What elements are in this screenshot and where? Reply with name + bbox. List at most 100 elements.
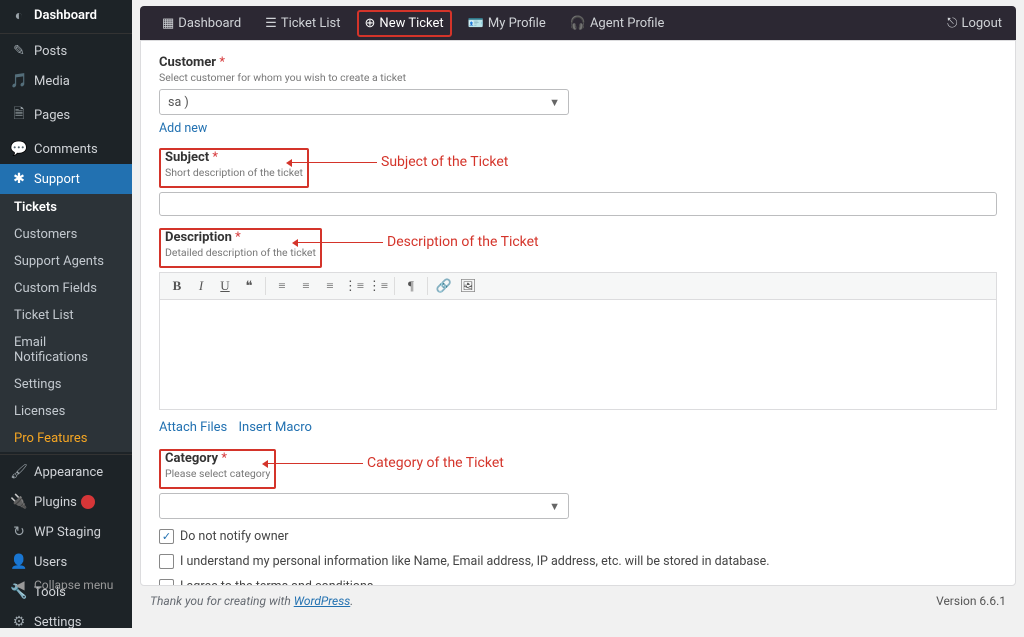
annotation-arrow xyxy=(267,463,363,464)
sidebar-subitem-custom-fields[interactable]: Custom Fields xyxy=(0,275,132,302)
bold-button[interactable]: B xyxy=(166,275,188,297)
checkbox-label: Do not notify owner xyxy=(180,529,288,544)
list-icon: ☰ xyxy=(265,16,277,31)
description-help: Detailed description of the ticket xyxy=(165,246,316,259)
sidebar-item-wpstaging[interactable]: ↻ WP Staging xyxy=(0,517,132,547)
underline-button[interactable]: U xyxy=(214,275,236,297)
tab-ticket-list[interactable]: ☰ Ticket List xyxy=(257,10,348,37)
required-mark: * xyxy=(221,451,227,466)
blockquote-button[interactable]: ❝ xyxy=(238,275,260,297)
customer-value: sa ) xyxy=(168,95,189,110)
wordpress-link[interactable]: WordPress xyxy=(294,594,351,608)
ordered-list-button[interactable]: ⋮≡ xyxy=(343,275,365,297)
admin-footer: Thank you for creating with WordPress. V… xyxy=(150,594,1006,608)
logout-icon: ⎋ xyxy=(947,16,957,31)
tab-new-ticket[interactable]: ⊕ New Ticket xyxy=(357,10,452,37)
description-editor[interactable] xyxy=(159,300,997,410)
unordered-list-button[interactable]: ⋮≡ xyxy=(367,275,389,297)
attach-files-link[interactable]: Attach Files xyxy=(159,420,227,435)
field-customer: Customer * Select customer for whom you … xyxy=(159,55,997,136)
tab-dashboard[interactable]: ▦ Dashboard xyxy=(154,10,249,37)
tab-agent-profile[interactable]: 🎧 Agent Profile xyxy=(562,10,673,37)
category-label: Category xyxy=(165,451,218,466)
sidebar-label: Plugins xyxy=(34,495,77,510)
sidebar-item-pages[interactable]: 🗎 Pages xyxy=(0,96,132,134)
profile-icon: 🪪 xyxy=(468,16,484,31)
align-right-button[interactable]: ≡ xyxy=(319,275,341,297)
sidebar-item-comments[interactable]: 💬 Comments xyxy=(0,134,132,164)
tab-label: New Ticket xyxy=(379,16,443,31)
chevron-down-icon: ▼ xyxy=(549,500,560,513)
customer-label: Customer xyxy=(159,55,216,70)
sidebar-item-dashboard[interactable]: ◐ Dashboard xyxy=(0,0,132,31)
logout-button[interactable]: ⎋ Logout xyxy=(947,16,1002,31)
field-category: Category * Please select category Catego… xyxy=(159,449,997,519)
footer-thanks: Thank you for creating with WordPress. xyxy=(150,594,353,608)
tab-label: Ticket List xyxy=(281,16,341,31)
editor-toolbar: B I U ❝ ≡ ≡ ≡ ⋮≡ ⋮≡ ¶ 🔗 🖼 xyxy=(159,272,997,300)
sidebar-label: Support xyxy=(34,172,80,187)
pages-icon: 🗎 xyxy=(10,103,28,127)
footer-prefix: Thank you for creating with xyxy=(150,594,294,608)
insert-macro-link[interactable]: Insert Macro xyxy=(238,420,311,435)
sidebar-subitem-pro-features[interactable]: Pro Features xyxy=(0,425,132,452)
toolbar-separator xyxy=(265,277,266,295)
chevron-down-icon: ▼ xyxy=(549,96,560,109)
sidebar-item-appearance[interactable]: 🖌 Appearance xyxy=(0,457,132,487)
sidebar-label: Posts xyxy=(34,44,67,59)
admin-sidebar: ◐ Dashboard ✎ Posts 🎵 Media 🗎 Pages 💬 Co… xyxy=(0,0,132,628)
sidebar-submenu-support: Tickets Customers Support Agents Custom … xyxy=(0,194,132,452)
tab-label: Agent Profile xyxy=(590,16,664,31)
sidebar-item-posts[interactable]: ✎ Posts xyxy=(0,36,132,66)
sidebar-subitem-tickets[interactable]: Tickets xyxy=(0,194,132,221)
sidebar-subitem-support-agents[interactable]: Support Agents xyxy=(0,248,132,275)
plugins-icon: 🔌 xyxy=(10,494,28,510)
sidebar-subitem-settings[interactable]: Settings xyxy=(0,371,132,398)
sidebar-item-settings[interactable]: ⚙ Settings xyxy=(0,607,132,637)
sidebar-item-plugins[interactable]: 🔌 Plugins xyxy=(0,487,132,517)
wpstaging-icon: ↻ xyxy=(10,524,28,540)
annotation-description-text: Description of the Ticket xyxy=(387,234,539,250)
add-new-link[interactable]: Add new xyxy=(159,121,207,136)
sidebar-label: Users xyxy=(34,555,67,570)
checkbox-do-not-notify[interactable]: ✓ Do not notify owner xyxy=(159,529,997,544)
link-button[interactable]: 🔗 xyxy=(433,275,455,297)
sidebar-separator xyxy=(0,454,132,455)
required-mark: * xyxy=(212,150,218,165)
sidebar-label: Appearance xyxy=(34,465,103,480)
subject-input[interactable] xyxy=(159,192,997,216)
checkbox-consent-terms[interactable]: I agree to the terms and conditions xyxy=(159,579,997,586)
tab-my-profile[interactable]: 🪪 My Profile xyxy=(460,10,554,37)
italic-button[interactable]: I xyxy=(190,275,212,297)
annotation-arrow xyxy=(291,162,377,163)
annotation-box-subject: Subject * Short description of the ticke… xyxy=(159,148,309,188)
category-help: Please select category xyxy=(165,467,270,480)
description-label: Description xyxy=(165,230,232,245)
sidebar-collapse[interactable]: ◀ Collapse menu xyxy=(0,570,132,600)
collapse-icon: ◀ xyxy=(12,578,28,592)
align-left-button[interactable]: ≡ xyxy=(271,275,293,297)
checkbox-label: I agree to the terms and conditions xyxy=(180,579,373,586)
sidebar-subitem-ticket-list[interactable]: Ticket List xyxy=(0,302,132,329)
customer-select[interactable]: sa ) ▼ xyxy=(159,89,569,115)
sidebar-subitem-customers[interactable]: Customers xyxy=(0,221,132,248)
comments-icon: 💬 xyxy=(10,141,28,157)
checkbox-checked-icon: ✓ xyxy=(159,529,174,544)
checkbox-consent-data[interactable]: I understand my personal information lik… xyxy=(159,554,997,569)
image-button[interactable]: 🖼 xyxy=(457,275,479,297)
sidebar-item-media[interactable]: 🎵 Media xyxy=(0,66,132,96)
toolbar-separator xyxy=(394,277,395,295)
sidebar-subitem-licenses[interactable]: Licenses xyxy=(0,398,132,425)
annotation-subject-text: Subject of the Ticket xyxy=(381,154,508,170)
sidebar-item-support[interactable]: ✱ Support xyxy=(0,164,132,194)
sidebar-subitem-email-notifications[interactable]: Email Notifications xyxy=(0,329,132,371)
required-mark: * xyxy=(235,230,241,245)
sidebar-label: WP Staging xyxy=(34,525,101,540)
category-select[interactable]: ▼ xyxy=(159,493,569,519)
paragraph-button[interactable]: ¶ xyxy=(400,275,422,297)
sidebar-label: Pages xyxy=(34,108,70,123)
align-center-button[interactable]: ≡ xyxy=(295,275,317,297)
dashboard-icon: ▦ xyxy=(162,16,174,31)
required-mark: * xyxy=(219,55,225,70)
agent-icon: 🎧 xyxy=(570,16,586,31)
